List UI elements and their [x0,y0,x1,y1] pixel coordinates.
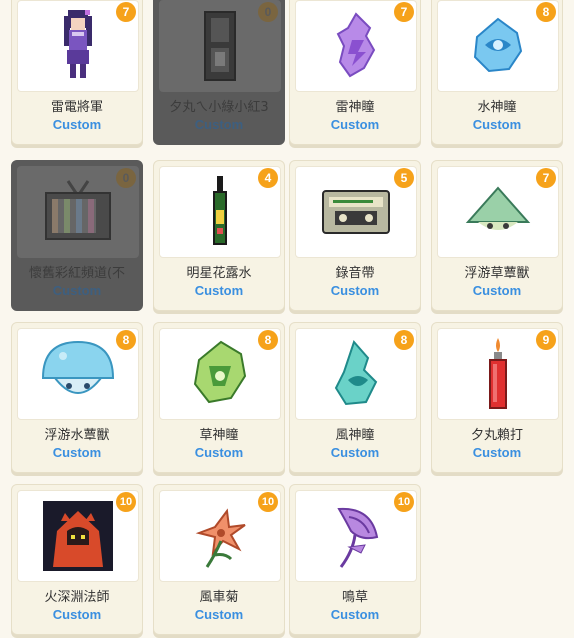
item-name: 夕丸賴打 [470,428,523,443]
item-card[interactable]: 夕丸賴打 Custom 9 [431,322,563,473]
count-badge: 9 [536,330,556,350]
item-name: 風車菊 [199,590,239,605]
item-name: 風神瞳 [335,428,375,443]
item-tag[interactable]: Custom [290,445,420,460]
item-card[interactable]: 雷電將軍 Custom 7 [11,0,143,145]
item-tag[interactable]: Custom [12,607,142,622]
item-card[interactable]: 草神瞳 Custom 8 [153,322,285,473]
item-card[interactable]: 錄音帶 Custom 5 [289,160,421,311]
item-card[interactable]: 浮游水蕈獸 Custom 8 [11,322,143,473]
item-tag[interactable]: Custom [290,117,420,132]
item-name: 火深淵法師 [44,590,110,605]
lighter-icon [489,338,507,409]
windwheel-aster-icon [195,508,246,568]
item-card[interactable]: 明星花露水 Custom 4 [153,160,285,311]
count-badge: 0 [116,168,136,188]
sticker-grid: 雷電將軍 Custom 7 夕丸ㄟ小綠小紅3 Custom 0 雷神瞳 Cust… [0,0,574,638]
item-card[interactable]: 風車菊 Custom 10 [153,484,285,635]
traffic-light-icon [204,11,236,81]
dendro-oculus-icon [193,340,247,404]
pyro-abyss-mage-icon [43,501,113,571]
item-tag[interactable]: Custom [154,283,284,298]
item-card[interactable]: 火深淵法師 Custom 10 [11,484,143,635]
item-card[interactable]: 水神瞳 Custom 8 [431,0,563,145]
count-badge: 10 [394,492,414,512]
item-tag[interactable]: Custom [432,117,562,132]
count-badge: 8 [258,330,278,350]
count-badge: 10 [116,492,136,512]
item-tag[interactable]: Custom [12,117,142,132]
item-tag[interactable]: Custom [12,283,142,298]
item-tag[interactable]: Custom [290,607,420,622]
electro-oculus-icon [336,12,376,78]
raiden-shogun-icon [64,10,92,78]
count-badge: 5 [394,168,414,188]
count-badge: 7 [394,2,414,22]
retro-tv-icon [45,180,111,240]
item-name: 錄音帶 [335,266,375,281]
count-badge: 8 [394,330,414,350]
item-tag[interactable]: Custom [154,117,284,132]
item-name: 夕丸ㄟ小綠小紅3 [169,100,269,115]
item-tag[interactable]: Custom [154,445,284,460]
item-tag[interactable]: Custom [12,445,142,460]
count-badge: 0 [258,2,278,22]
count-badge: 10 [258,492,278,512]
item-card[interactable]: 雷神瞳 Custom 7 [289,0,421,145]
item-name: 雷電將軍 [50,100,103,115]
anemo-oculus-icon [334,340,378,406]
item-name: 明星花露水 [186,266,252,281]
item-name: 浮游草蕈獸 [464,266,530,281]
item-card[interactable]: 浮游草蕈獸 Custom 7 [431,160,563,311]
item-name: 懷舊彩紅頻道(不 [28,266,126,281]
count-badge: 7 [536,168,556,188]
item-name: 草神瞳 [199,428,239,443]
item-tag[interactable]: Custom [154,607,284,622]
perfume-bottle-icon [213,176,227,245]
water-fungus-icon [41,340,115,394]
count-badge: 7 [116,2,136,22]
item-name: 雷神瞳 [335,100,375,115]
count-badge: 8 [116,330,136,350]
item-name: 浮游水蕈獸 [44,428,110,443]
grass-fungus-icon [465,186,531,230]
item-card[interactable]: 鳴草 Custom 10 [289,484,421,635]
item-tag[interactable]: Custom [290,283,420,298]
item-tag[interactable]: Custom [432,445,562,460]
item-tag[interactable]: Custom [432,283,562,298]
item-name: 鳴草 [341,590,368,605]
cassette-tape-icon [322,190,390,234]
item-card-locked[interactable]: 夕丸ㄟ小綠小紅3 Custom 0 [153,0,285,145]
item-name: 水神瞳 [477,100,517,115]
count-badge: 4 [258,168,278,188]
count-badge: 8 [536,2,556,22]
item-card-locked[interactable]: 懷舊彩紅頻道(不 Custom 0 [11,160,143,311]
item-card[interactable]: 風神瞳 Custom 8 [289,322,421,473]
naku-weed-icon [337,507,379,568]
hydro-oculus-icon [473,17,523,73]
